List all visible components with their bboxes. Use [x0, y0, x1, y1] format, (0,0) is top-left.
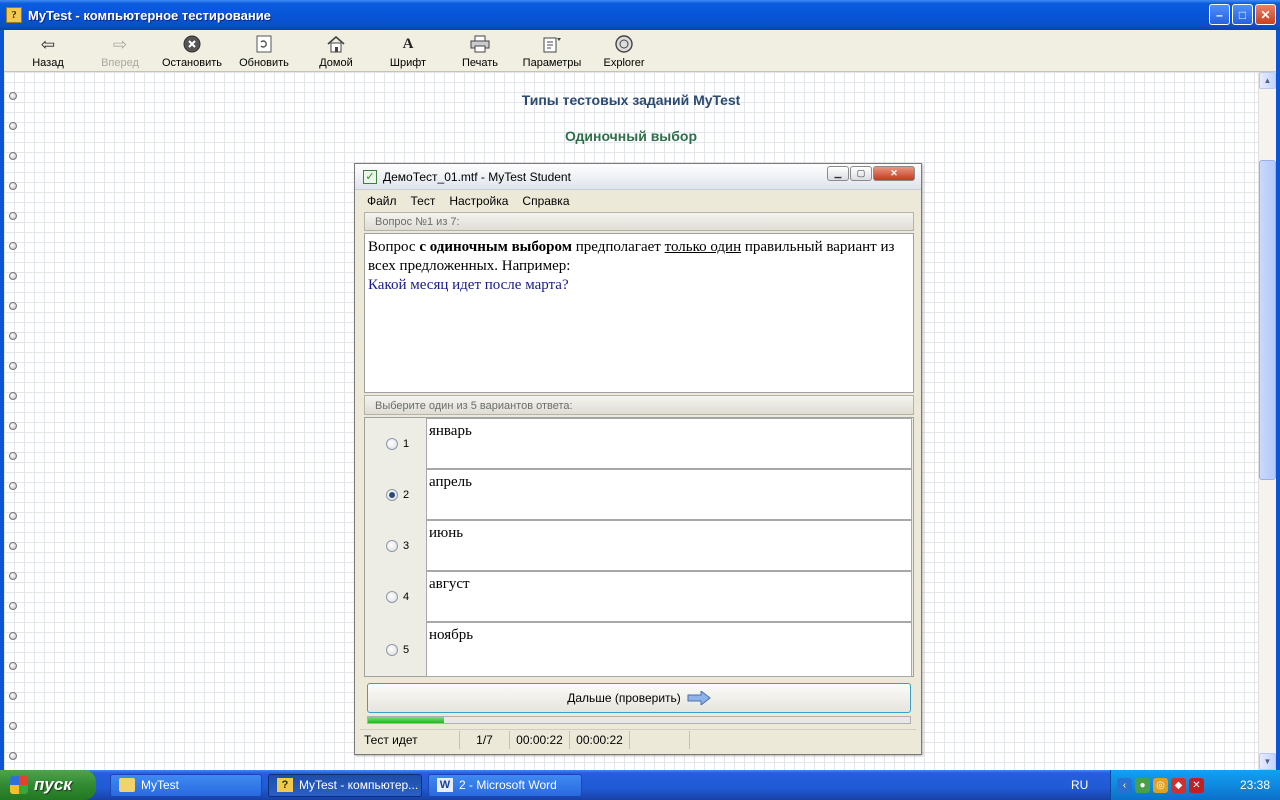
tray-arrow-icon[interactable]: ‹ [1117, 777, 1132, 793]
task-mytest-folder[interactable]: MyTest [110, 773, 262, 797]
minimize-button[interactable]: – [1209, 4, 1230, 25]
menu-settings[interactable]: Настройка [442, 194, 515, 208]
stop-icon [181, 33, 203, 55]
status-time-total: 00:00:22 [570, 731, 630, 749]
answer-radio[interactable] [386, 591, 398, 603]
font-icon: A [402, 35, 414, 52]
mytest-app-icon: ? [277, 778, 293, 792]
menu-test[interactable]: Тест [404, 194, 443, 208]
explorer-button[interactable]: Explorer [588, 30, 660, 70]
print-icon [469, 33, 491, 55]
taskbar: пуск MyTest ? MyTest - компьютер... W 2 … [0, 770, 1280, 800]
close-button[interactable]: ✕ [1255, 4, 1276, 25]
checkmark-icon: ✓ [363, 169, 377, 184]
app-icon: ? [6, 7, 22, 23]
explorer-icon [613, 33, 635, 55]
next-check-button[interactable]: Дальше (проверить) [367, 683, 911, 713]
folder-icon [119, 778, 135, 792]
home-icon [325, 33, 347, 55]
forward-arrow-icon: ⇨ [112, 34, 128, 54]
answer-radio-selected[interactable] [386, 489, 398, 501]
maximize-button[interactable]: □ [1232, 4, 1253, 25]
start-button[interactable]: пуск [0, 770, 96, 800]
inner-maximize-button[interactable]: ▢ [850, 166, 872, 181]
progress-fill [368, 717, 444, 723]
answer-radio[interactable] [386, 438, 398, 450]
home-button[interactable]: Домой [300, 30, 372, 70]
menu-file[interactable]: Файл [360, 194, 404, 208]
answers-header: Выберите один из 5 вариантов ответа: [364, 395, 914, 415]
page-title: Типы тестовых заданий MyTest [521, 92, 741, 108]
system-tray: RU ‹ ● ◎ ◆ ✕ 23:38 [1071, 770, 1280, 800]
answer-option[interactable]: 3 июнь [365, 520, 913, 571]
tray-network-icon[interactable]: ● [1135, 777, 1150, 793]
task-mytest-app[interactable]: ? MyTest - компьютер... [268, 773, 422, 797]
answer-radio[interactable] [386, 644, 398, 656]
clock: 23:38 [1239, 778, 1270, 792]
question-example: Какой месяц идет после марта? [368, 277, 569, 293]
font-button[interactable]: A Шрифт [372, 30, 444, 70]
answer-option[interactable]: 5 ноябрь [365, 622, 913, 677]
tray-shield-icon[interactable]: ✕ [1189, 777, 1204, 793]
windows-logo-icon [10, 776, 28, 794]
page-subtitle: Одиночный выбор [564, 128, 698, 144]
scroll-up-button[interactable]: ▲ [1259, 72, 1276, 89]
inner-minimize-button[interactable]: ▁ [827, 166, 849, 181]
test-progress-bar [367, 716, 911, 724]
menu-help[interactable]: Справка [515, 194, 576, 208]
answer-option[interactable]: 1 январь [365, 418, 913, 469]
settings-icon [541, 33, 563, 55]
language-indicator[interactable]: RU [1071, 778, 1088, 792]
student-window-titlebar[interactable]: ✓ ДемоТест_01.mtf - MyTest Student ▁ ▢ ✕ [355, 164, 921, 190]
answer-option[interactable]: 4 август [365, 571, 913, 622]
right-arrow-icon [687, 691, 711, 705]
back-arrow-icon: ⇦ [40, 34, 56, 54]
task-word[interactable]: W 2 - Microsoft Word [428, 773, 582, 797]
toolbar: ⇦ Назад ⇨ Вперед Остановить Обновить Дом… [4, 30, 1276, 72]
forward-button[interactable]: ⇨ Вперед [84, 30, 156, 70]
status-empty-1 [630, 731, 690, 749]
status-counter: 1/7 [460, 731, 510, 749]
answer-radio[interactable] [386, 540, 398, 552]
window-title: MyTest - компьютерное тестирование [28, 7, 271, 23]
menubar: Файл Тест Настройка Справка [360, 191, 916, 210]
print-button[interactable]: Печать [444, 30, 516, 70]
refresh-icon [253, 33, 275, 55]
tray-security-icon[interactable]: ◆ [1171, 777, 1186, 793]
tray-antivirus-icon[interactable]: ◎ [1153, 777, 1168, 793]
back-button[interactable]: ⇦ Назад [12, 30, 84, 70]
stop-button[interactable]: Остановить [156, 30, 228, 70]
scroll-thumb[interactable] [1259, 160, 1276, 480]
vertical-scrollbar[interactable]: ▲ ▼ [1258, 72, 1276, 770]
window-titlebar[interactable]: ? MyTest - компьютерное тестирование – □… [0, 0, 1280, 30]
student-window-title: ДемоТест_01.mtf - MyTest Student [383, 169, 571, 184]
scroll-down-button[interactable]: ▼ [1259, 753, 1276, 770]
inner-close-button[interactable]: ✕ [873, 166, 915, 181]
answer-option[interactable]: 2 апрель [365, 469, 913, 520]
window-frame-right [1276, 30, 1280, 770]
statusbar: Тест идет 1/7 00:00:22 00:00:22 [360, 729, 916, 750]
question-header: Вопрос №1 из 7: [364, 212, 914, 231]
refresh-button[interactable]: Обновить [228, 30, 300, 70]
question-text: Вопрос с одиночным выбором предполагает … [364, 233, 914, 393]
settings-button[interactable]: Параметры [516, 30, 588, 70]
status-state: Тест идет [360, 731, 460, 749]
answers-list: 1 январь 2 апрель 3 июнь 4 август 5 нояб… [364, 417, 914, 677]
student-window: ✓ ДемоТест_01.mtf - MyTest Student ▁ ▢ ✕… [354, 163, 922, 755]
notebook-spiral [9, 92, 21, 770]
status-time-elapsed: 00:00:22 [510, 731, 570, 749]
word-icon: W [437, 778, 453, 792]
